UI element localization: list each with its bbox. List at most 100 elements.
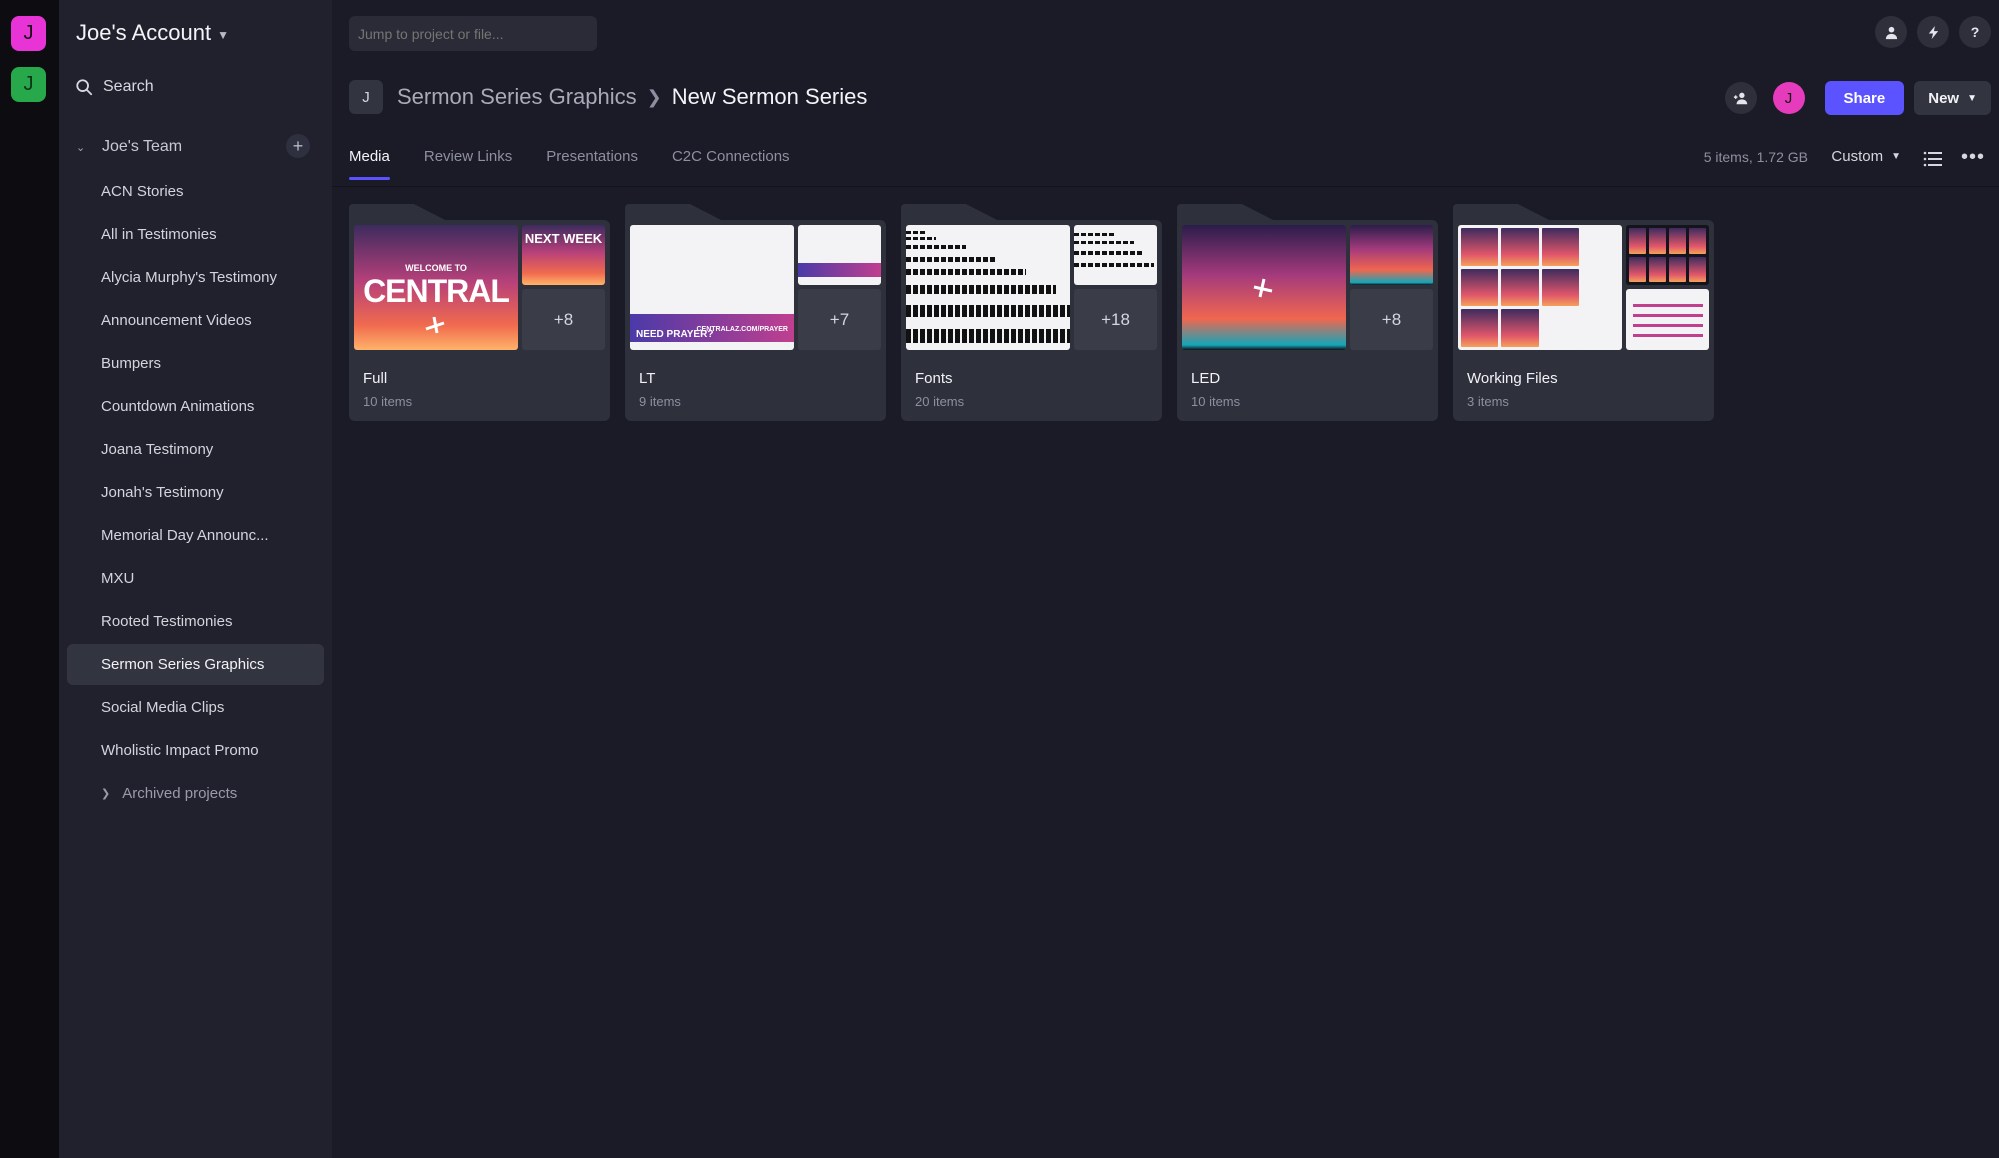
divider <box>332 186 1999 187</box>
tab-c2c-connections[interactable]: C2C Connections <box>672 148 790 180</box>
folder-name: Working Files <box>1467 370 1558 387</box>
top-right-icons: ? <box>1875 16 1991 48</box>
folder-card[interactable]: NEED PRAYER? CENTRALAZ.COM/PRAYER +7 LT … <box>625 204 886 421</box>
help-button[interactable]: ? <box>1959 16 1991 48</box>
folder-name: Full <box>363 370 388 387</box>
cross-icon <box>425 316 445 334</box>
folder-thumbnail-secondary <box>1626 225 1709 285</box>
add-project-button[interactable]: + <box>286 134 310 158</box>
folder-count: 10 items <box>1191 394 1241 409</box>
notifications-button[interactable] <box>1917 16 1949 48</box>
jump-search-input[interactable] <box>349 16 597 51</box>
sidebar-item-project[interactable]: Rooted Testimonies <box>67 601 324 642</box>
tab-media[interactable]: Media <box>349 148 390 180</box>
sidebar-item-project[interactable]: ACN Stories <box>67 171 324 212</box>
sidebar-item-project[interactable]: All in Testimonies <box>67 214 324 255</box>
folder-thumbnail-main <box>1458 225 1622 350</box>
tab-bar: Media Review Links Presentations C2C Con… <box>349 148 790 180</box>
sidebar-item-project-active[interactable]: Sermon Series Graphics <box>67 644 324 685</box>
sidebar-item-project[interactable]: MXU <box>67 558 324 599</box>
sidebar-item-project[interactable]: Countdown Animations <box>67 386 324 427</box>
new-button[interactable]: New ▼ <box>1914 81 1991 115</box>
sidebar-item-project[interactable]: Social Media Clips <box>67 687 324 728</box>
sidebar-item-project[interactable]: Jonah's Testimony <box>67 472 324 513</box>
folder-name: Fonts <box>915 370 953 387</box>
chevron-down-icon: ▼ <box>1891 151 1901 162</box>
chevron-down-icon: ⌄ <box>76 141 86 154</box>
project-list: ACN Stories All in Testimonies Alycia Mu… <box>67 171 324 814</box>
folder-body: WELCOME TO CENTRAL NEXT WEEK +8 Full 10 … <box>349 220 610 421</box>
invite-user-button[interactable] <box>1724 82 1757 114</box>
thumbnail-text: NEXT WEEK <box>524 231 603 246</box>
folder-more-count: +18 <box>1074 289 1157 350</box>
thumbnail-lines <box>1632 304 1703 307</box>
items-summary: 5 items, 1.72 GB <box>1703 149 1808 165</box>
sidebar-search[interactable]: Search <box>75 78 154 96</box>
folder-body: NEED PRAYER? CENTRALAZ.COM/PRAYER +7 LT … <box>625 220 886 421</box>
folder-more-count: +8 <box>1350 289 1433 350</box>
archived-projects-toggle[interactable]: ❯ Archived projects <box>67 773 324 814</box>
add-user-icon <box>1733 92 1747 105</box>
workspace-rail: J J <box>0 0 59 1158</box>
sort-label: Custom <box>1831 148 1884 165</box>
page-title: New Sermon Series <box>671 84 868 109</box>
folder-body: Working Files 3 items <box>1453 220 1714 421</box>
share-button[interactable]: Share <box>1824 81 1905 115</box>
folder-thumbnail-main <box>1182 225 1346 350</box>
folder-thumbnail-secondary: NEXT WEEK <box>522 225 605 285</box>
folder-thumbnail-main: NEED PRAYER? CENTRALAZ.COM/PRAYER <box>630 225 794 350</box>
sidebar-item-project[interactable]: Alycia Murphy's Testimony <box>67 257 324 298</box>
sidebar-item-project[interactable]: Memorial Day Announc... <box>67 515 324 556</box>
chevron-down-icon: ▼ <box>217 28 229 42</box>
folder-card[interactable]: WELCOME TO CENTRAL NEXT WEEK +8 Full 10 … <box>349 204 610 421</box>
app-root: J J Joe's Account ▼ Search ⌄ Joe's Team … <box>0 0 1999 1158</box>
avatar[interactable]: J <box>1772 82 1805 114</box>
folder-more-count: +8 <box>522 289 605 350</box>
sidebar-item-project[interactable]: Wholistic Impact Promo <box>67 730 324 771</box>
sidebar-item-project[interactable]: Bumpers <box>67 343 324 384</box>
folder-thumbnail-secondary <box>798 225 881 285</box>
folder-card[interactable]: +18 Fonts 20 items <box>901 204 1162 421</box>
folder-thumbnail-secondary <box>1350 225 1433 285</box>
folder-thumbnail-main: WELCOME TO CENTRAL <box>354 225 518 350</box>
thumbnail-text: WELCOME TO <box>405 263 467 273</box>
workspace-avatar-secondary[interactable]: J <box>11 67 46 102</box>
account-switcher[interactable]: Joe's Account ▼ <box>76 20 229 46</box>
lower-third-band <box>798 263 881 277</box>
folder-count: 20 items <box>915 394 965 409</box>
breadcrumb: J Sermon Series Graphics ❯ New Sermon Se… <box>349 80 867 114</box>
account-name: Joe's Account <box>76 20 212 45</box>
chevron-right-icon: ❯ <box>101 788 111 800</box>
main-content: ? J Sermon Series Graphics ❯ New Sermon … <box>332 0 1999 1158</box>
workspace-avatar-primary[interactable]: J <box>11 16 46 51</box>
folder-count: 3 items <box>1467 394 1509 409</box>
new-button-label: New <box>1928 89 1960 107</box>
team-header[interactable]: ⌄ Joe's Team + <box>76 134 316 158</box>
tab-review-links[interactable]: Review Links <box>424 148 512 180</box>
sidebar-item-project[interactable]: Announcement Videos <box>67 300 324 341</box>
search-icon <box>76 79 93 96</box>
account-button[interactable] <box>1875 16 1907 48</box>
folder-card[interactable]: Working Files 3 items <box>1453 204 1714 421</box>
cross-icon <box>1253 278 1273 298</box>
sidebar-item-project[interactable]: Joana Testimony <box>67 429 324 470</box>
sidebar: Joe's Account ▼ Search ⌄ Joe's Team + AC… <box>59 0 332 1158</box>
bolt-icon <box>1928 25 1938 39</box>
folder-more-count: +7 <box>798 289 881 350</box>
font-specimen <box>1074 225 1157 285</box>
project-badge: J <box>349 80 383 114</box>
help-icon: ? <box>1970 24 1980 40</box>
folder-body: +18 Fonts 20 items <box>901 220 1162 421</box>
folder-card[interactable]: +8 LED 10 items <box>1177 204 1438 421</box>
tab-presentations[interactable]: Presentations <box>546 148 638 180</box>
more-options-icon[interactable]: ••• <box>1961 147 1985 167</box>
folder-thumbnail-main <box>906 225 1070 350</box>
sort-dropdown[interactable]: Custom ▼ <box>1831 148 1901 165</box>
list-view-icon[interactable] <box>1923 150 1943 168</box>
archived-label: Archived projects <box>122 785 238 802</box>
chevron-down-icon: ▼ <box>1967 92 1977 104</box>
search-label: Search <box>103 78 154 95</box>
folder-thumbnail-tertiary <box>1626 289 1709 350</box>
breadcrumb-parent-link[interactable]: Sermon Series Graphics <box>397 84 637 110</box>
contact-sheet <box>1458 225 1622 350</box>
